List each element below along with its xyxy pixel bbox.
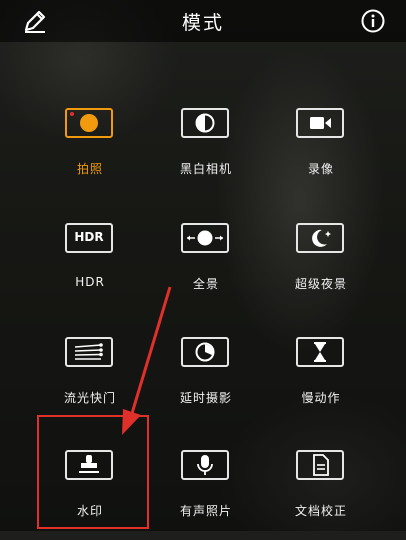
panorama-icon: [187, 230, 223, 246]
hdr-icon: HDR: [74, 230, 104, 244]
mode-label: 超级夜景: [294, 277, 347, 291]
night-moon-icon: [312, 229, 331, 247]
info-button[interactable]: [360, 8, 386, 34]
document-icon: [313, 454, 329, 476]
video-camera-icon: [310, 117, 331, 129]
black-white-tile: [181, 108, 229, 138]
super-night-tile: [296, 223, 344, 253]
mode-label: 拍照: [76, 162, 103, 176]
timelapse-icon: [195, 342, 215, 362]
mode-label: 黑白相机: [179, 162, 232, 176]
info-icon: [361, 9, 385, 33]
top-bar: 模式: [0, 0, 406, 42]
photo-tile: [65, 108, 113, 138]
mode-sound-photo[interactable]: 有声照片: [156, 450, 256, 540]
microphone-icon: [197, 455, 213, 475]
photo-shutter-icon: [70, 112, 98, 132]
panorama-tile: [181, 223, 229, 253]
black-white-icon: [195, 113, 215, 133]
mode-photo[interactable]: 拍照: [40, 108, 140, 198]
video-tile: [296, 108, 344, 138]
document-tile: [296, 450, 344, 480]
mode-video[interactable]: 录像: [271, 108, 371, 198]
mode-label: 有声照片: [179, 504, 232, 518]
mode-label: 录像: [307, 162, 334, 176]
hourglass-icon: [314, 342, 326, 362]
mode-slow-motion[interactable]: 慢动作: [271, 337, 371, 427]
mode-super-night[interactable]: 超级夜景: [271, 223, 371, 313]
page-title: 模式: [181, 12, 224, 34]
slow-motion-tile: [296, 337, 344, 367]
mode-black-white[interactable]: 黑白相机: [156, 108, 256, 198]
timelapse-tile: [181, 337, 229, 367]
light-trail-icon: [74, 343, 103, 360]
hdr-tile: HDR: [65, 223, 113, 253]
sound-photo-tile: [181, 450, 229, 480]
annotation-highlight-box: [37, 415, 149, 529]
mode-label: 文档校正: [294, 504, 347, 518]
mode-document[interactable]: 文档校正: [271, 450, 371, 540]
light-trail-tile: [65, 337, 113, 367]
mode-label: 慢动作: [301, 391, 341, 405]
